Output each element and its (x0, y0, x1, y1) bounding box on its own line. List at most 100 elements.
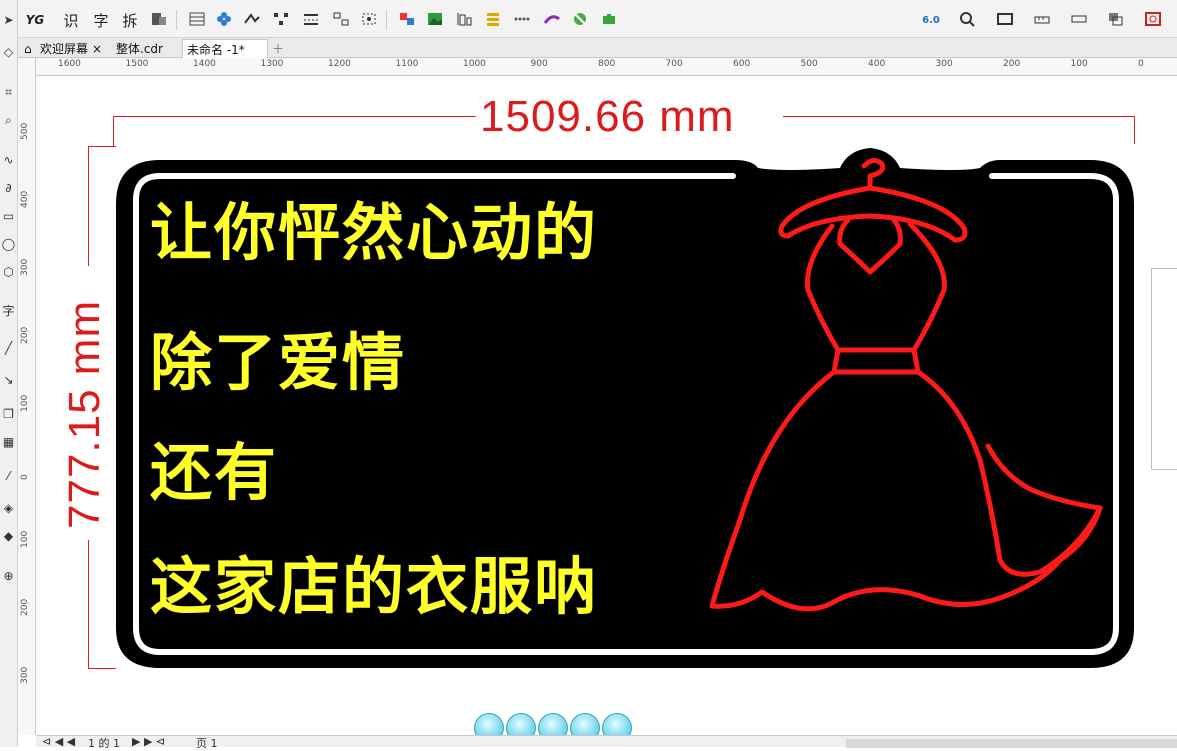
char-button[interactable]: 字 (90, 8, 112, 32)
ruler-label-h: 900 (530, 59, 548, 69)
polygon-tool-icon[interactable]: ⬡ (0, 262, 17, 282)
page-nav-arrows-icon[interactable]: ⊲ ◀ ◀ (42, 735, 75, 748)
ruler-label-v: 300 (20, 666, 30, 684)
layers-icon[interactable] (1107, 11, 1125, 27)
dim-height-line-top (88, 146, 89, 266)
docker-panel[interactable] (1151, 268, 1177, 470)
doc-icon[interactable] (150, 11, 168, 27)
ruler-label-v: 100 (20, 394, 30, 412)
freehand-tool-icon[interactable]: ∿ (0, 150, 17, 170)
ruler-label-h: 1100 (395, 59, 419, 69)
page-navigator: ⊲ ◀ ◀ 1 的 1 ▶ ▶ ⊲ 页 1 (36, 735, 1177, 750)
tab-home-icon[interactable]: ⌂ (20, 39, 36, 58)
ruler-label-v: 200 (20, 326, 30, 344)
top-toolbar: YG 识 字 拆 6.0 (0, 0, 1177, 38)
pointer-tool-icon[interactable]: ➤ (0, 10, 17, 30)
tab-close-icon[interactable]: × (92, 42, 102, 56)
tab-whole-cdr[interactable]: 整体.cdr (112, 39, 167, 58)
table-icon[interactable] (188, 11, 206, 27)
shape-tool-icon[interactable]: ◇ (0, 42, 17, 62)
tab-untitled[interactable]: 未命名 -1* (182, 39, 268, 58)
ruler-label-h: 1200 (328, 59, 351, 69)
image-icon[interactable] (426, 11, 444, 27)
dim-height-line-bottom (88, 540, 89, 668)
dim-width-line-right (783, 116, 1134, 117)
dim-height-tick-top (88, 146, 116, 147)
ruler-label-h: 100 (1070, 59, 1088, 69)
ellipse-tool-icon[interactable]: ◯ (0, 234, 17, 254)
no-icon[interactable] (571, 11, 589, 27)
dim-width-line-left (113, 116, 476, 117)
ruler-label-h: 400 (868, 59, 886, 69)
tab-untitled-label: 未命名 -1* (187, 42, 245, 57)
document-tabs: ⌂ 欢迎屏幕 × 整体.cdr 未命名 -1* ＋ (18, 38, 1177, 58)
ruler-label-v: 0 (20, 474, 30, 480)
page-info: 1 的 1 (88, 737, 120, 750)
yg-plugin-button[interactable]: YG (22, 8, 48, 32)
sign-line-3: 还有 (150, 436, 279, 509)
lines-icon[interactable] (302, 11, 320, 27)
shadow-tool-icon[interactable]: ❐ (0, 404, 17, 424)
connector-tool-icon[interactable]: ↘ (0, 370, 17, 390)
dim-width-tick-right (1134, 116, 1135, 144)
zoom-tool-icon[interactable]: ⌕ (0, 110, 17, 130)
window-icon[interactable] (996, 11, 1014, 27)
list-icon[interactable] (484, 11, 502, 27)
rectangle-tool-icon[interactable]: ▭ (0, 206, 17, 226)
flower-icon[interactable] (215, 11, 233, 27)
fill-tool-icon[interactable]: ◈ (0, 498, 17, 518)
ruler-label-h: 1500 (125, 59, 149, 69)
left-toolbox: ➤ ◇ ⌗ ⌕ ∿ ∂ ▭ ◯ ⬡ 字 ╱ ↘ ❐ ▦ ⁄ ◈ ◆ ⊕ (0, 0, 18, 747)
sign-line-4: 这家店的衣服呐 (150, 550, 599, 623)
line-tool-icon[interactable]: ╱ (0, 338, 17, 358)
dim-height-tick-bottom (88, 668, 116, 669)
ruler-label-h: 1400 (193, 59, 216, 69)
target-icon[interactable] (1144, 11, 1162, 27)
page-tab[interactable]: 页 1 (196, 735, 218, 751)
tab-whole-cdr-label: 整体.cdr (116, 42, 163, 56)
ruler-label-v: 100 (20, 530, 30, 548)
ruler-label-h: 200 (1003, 59, 1021, 69)
page-nav-next-icon[interactable]: ▶ ▶ ⊲ (132, 735, 165, 748)
dimension-width-label: 1509.66 mm (480, 92, 735, 141)
dim-width-tick-left (113, 116, 114, 146)
cut-version-button[interactable]: 6.0 (920, 8, 942, 32)
text-tool-icon[interactable]: 字 (0, 300, 17, 320)
ruler-label-v: 400 (20, 190, 30, 208)
ruler-label-h: 1600 (58, 59, 81, 69)
dots-icon[interactable] (513, 11, 531, 27)
ruler-label-h: 800 (598, 59, 616, 69)
horizontal-ruler: 1600 1500 1400 1300 1200 1100 1000 900 800 700 600… (36, 58, 1177, 76)
nodes-icon[interactable] (272, 11, 290, 27)
new-tab-icon[interactable]: ＋ (268, 39, 288, 58)
select-icon[interactable] (360, 11, 378, 27)
ruler-label-v: 200 (20, 598, 30, 616)
tab-welcome[interactable]: 欢迎屏幕 × (36, 39, 106, 58)
transparency-tool-icon[interactable]: ▦ (0, 432, 17, 452)
tab-welcome-label: 欢迎屏幕 (40, 42, 89, 56)
add-tool-icon[interactable]: ⊕ (0, 566, 17, 586)
vertical-ruler: 500 400 300 200 100 0 100 200 300 (18, 58, 36, 735)
split-button[interactable]: 拆 (119, 8, 141, 32)
smart-fill-tool-icon[interactable]: ◆ (0, 526, 17, 546)
drawing-canvas[interactable] (37, 77, 1177, 735)
align-icon[interactable] (455, 11, 473, 27)
grid-icon[interactable] (332, 11, 350, 27)
ruler-label-h: 1300 (260, 59, 284, 69)
ruler-label-v: 500 (20, 122, 30, 140)
ruler-label-h: 700 (665, 59, 683, 69)
eyedropper-tool-icon[interactable]: ⁄ (0, 466, 17, 486)
curve-tool-icon[interactable]: ∂ (0, 178, 17, 198)
magnify-icon[interactable] (958, 11, 976, 27)
crop-tool-icon[interactable]: ⌗ (0, 82, 17, 102)
curve-icon[interactable] (243, 11, 261, 27)
ruler-label-h: 0 (1138, 59, 1144, 69)
bar-icon[interactable] (1070, 11, 1088, 27)
puzzle-icon[interactable] (600, 11, 618, 27)
color-shapes-icon[interactable] (398, 11, 416, 27)
arrow-icon[interactable] (543, 11, 561, 27)
ruler-icon[interactable] (1033, 11, 1051, 27)
recognize-button[interactable]: 识 (60, 8, 82, 32)
ruler-label-h: 500 (800, 59, 818, 69)
ruler-label-h: 1000 (463, 59, 486, 69)
